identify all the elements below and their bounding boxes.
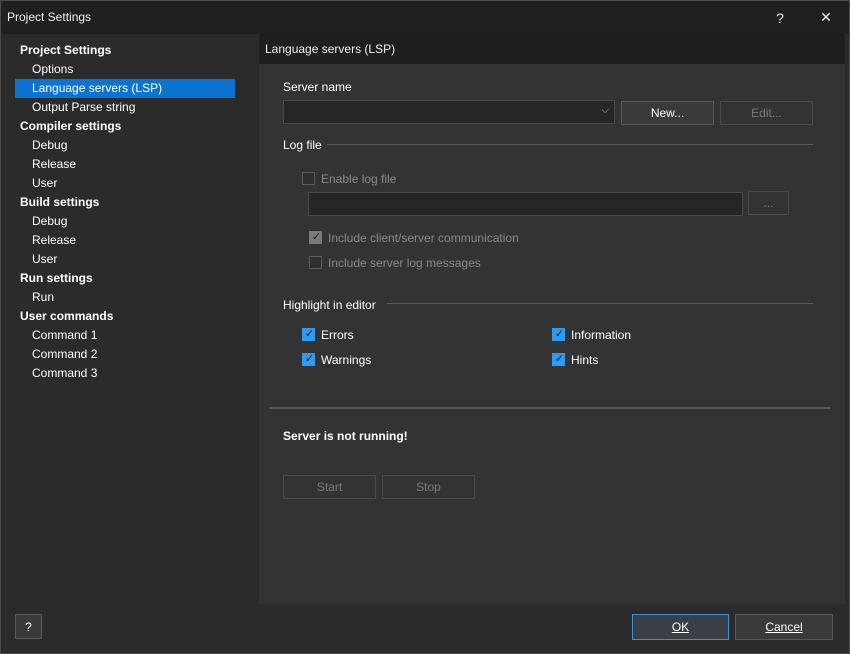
tree-item-command-1[interactable]: Command 1	[15, 326, 235, 345]
errors-checkbox[interactable]: ✓	[302, 328, 315, 341]
checkmark-icon: ✓	[311, 231, 322, 243]
ok-button[interactable]: OK	[632, 614, 729, 640]
server-name-label: Server name	[283, 80, 352, 94]
warnings-label: Warnings	[321, 353, 372, 367]
highlight-section-label: Highlight in editor	[283, 298, 376, 312]
tree-item-build-debug[interactable]: Debug	[15, 212, 235, 231]
start-server-button[interactable]: Start	[283, 475, 376, 499]
enable-log-file-checkbox[interactable]	[302, 172, 315, 185]
include-communication-label: Include client/server communication	[328, 231, 519, 245]
dialog-footer: ? OK Cancel	[1, 604, 849, 653]
tree-item-language-servers[interactable]: Language servers (LSP)	[15, 79, 235, 98]
tree-item-options[interactable]: Options	[15, 60, 235, 79]
checkmark-icon: ✓	[554, 353, 565, 365]
edit-server-button[interactable]: Edit...	[720, 101, 813, 125]
panel-header: Language servers (LSP)	[259, 34, 845, 64]
tree-item-run[interactable]: Run	[15, 288, 235, 307]
enable-log-file-label: Enable log file	[321, 172, 397, 186]
project-settings-dialog: Project Settings ? ✕ Project Settings Op…	[0, 0, 850, 654]
tree-group-user-commands[interactable]: User commands	[20, 307, 230, 326]
errors-label: Errors	[321, 328, 354, 342]
tree-item-command-3[interactable]: Command 3	[15, 364, 235, 383]
hints-label: Hints	[571, 353, 599, 367]
hints-checkbox[interactable]: ✓	[552, 353, 565, 366]
log-file-section-label: Log file	[283, 138, 322, 152]
tree-group-compiler-settings[interactable]: Compiler settings	[20, 117, 230, 136]
status-divider	[269, 407, 831, 409]
highlight-separator	[387, 303, 813, 304]
checkmark-icon: ✓	[304, 328, 315, 340]
help-button[interactable]: ?	[15, 614, 42, 639]
information-checkbox[interactable]: ✓	[552, 328, 565, 341]
include-server-log-checkbox[interactable]	[309, 256, 322, 269]
settings-tree: Project Settings Options Language server…	[1, 34, 244, 604]
browse-log-file-button[interactable]: ...	[748, 191, 789, 215]
log-file-path-input[interactable]	[308, 192, 743, 216]
title-bar: Project Settings ? ✕	[1, 1, 849, 34]
checkmark-icon: ✓	[304, 353, 315, 365]
window-title: Project Settings	[7, 10, 92, 24]
tree-item-command-2[interactable]: Command 2	[15, 345, 235, 364]
warnings-checkbox[interactable]: ✓	[302, 353, 315, 366]
tree-group-project-settings[interactable]: Project Settings	[20, 41, 230, 60]
include-server-log-label: Include server log messages	[328, 256, 481, 270]
help-title-button[interactable]: ?	[757, 1, 803, 34]
checkmark-icon: ✓	[554, 328, 565, 340]
tree-group-build-settings[interactable]: Build settings	[20, 193, 230, 212]
tree-item-output-parse-string[interactable]: Output Parse string	[15, 98, 235, 117]
information-label: Information	[571, 328, 632, 342]
tree-item-build-release[interactable]: Release	[15, 231, 235, 250]
log-file-separator	[327, 144, 813, 145]
help-icon: ?	[776, 9, 784, 26]
tree-item-compiler-debug[interactable]: Debug	[15, 136, 235, 155]
close-button[interactable]: ✕	[803, 1, 849, 34]
server-status-text: Server is not running!	[283, 429, 408, 443]
settings-panel: Language servers (LSP) Server name ⌵ New…	[259, 34, 845, 604]
chevron-down-icon: ⌵	[601, 105, 609, 116]
tree-item-compiler-user[interactable]: User	[15, 174, 235, 193]
new-server-button[interactable]: New...	[621, 101, 714, 125]
tree-item-compiler-release[interactable]: Release	[15, 155, 235, 174]
stop-server-button[interactable]: Stop	[382, 475, 475, 499]
server-name-select[interactable]: ⌵	[283, 100, 615, 124]
tree-group-run-settings[interactable]: Run settings	[20, 269, 230, 288]
cancel-button[interactable]: Cancel	[735, 614, 833, 640]
close-icon: ✕	[820, 9, 832, 25]
panel-title: Language servers (LSP)	[265, 42, 396, 56]
tree-item-build-user[interactable]: User	[15, 250, 235, 269]
include-communication-checkbox[interactable]: ✓	[309, 231, 322, 244]
